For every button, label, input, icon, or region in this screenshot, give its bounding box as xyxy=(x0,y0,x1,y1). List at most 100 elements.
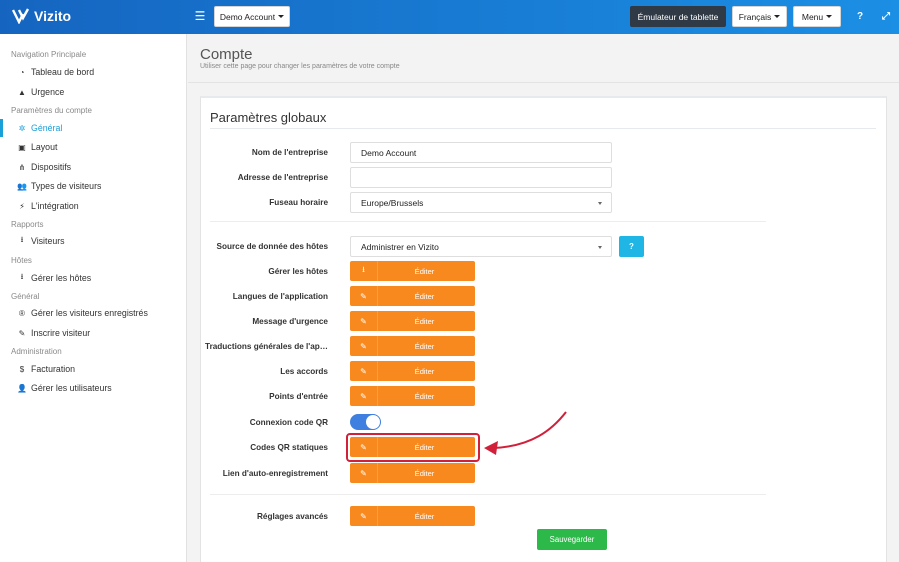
settings-panel xyxy=(200,96,887,562)
plug-icon: ⚡ xyxy=(19,201,25,211)
dollar-icon: $ xyxy=(19,364,25,374)
sidebar-item-label: Types de visiteurs xyxy=(31,181,102,191)
help-label: ? xyxy=(629,242,634,251)
sidebar-item-label: Dispositifs xyxy=(31,162,72,172)
qr-login-toggle[interactable] xyxy=(350,414,381,430)
company-name-field[interactable]: Demo Account xyxy=(350,142,612,163)
edit-button-label: Éditer xyxy=(414,316,435,326)
question-icon[interactable]: ? xyxy=(854,11,866,23)
caret-down-icon xyxy=(774,15,781,18)
language-label: Français xyxy=(738,11,772,22)
sidebar-item-label: Layout xyxy=(31,142,58,152)
sidebar-section-title: Hôtes xyxy=(11,256,32,265)
host-source-select[interactable]: Administrer en Vizito xyxy=(350,236,612,257)
self-registration-edit-button[interactable]: ✎ Éditer xyxy=(350,463,475,483)
users-icon: 👥 xyxy=(17,181,27,191)
sidebar-item-label: Visiteurs xyxy=(31,236,65,246)
download-icon: ⭳ xyxy=(350,261,378,281)
sidebar-item-label: Gérer les utilisateurs xyxy=(31,383,112,393)
sidebar-item-integration[interactable]: ⚡ L'intégration xyxy=(0,197,186,215)
account-dropdown-label: Demo Account xyxy=(219,11,276,22)
user-plus-icon: 👤 xyxy=(17,383,27,393)
edit-row-label: Message d'urgence xyxy=(252,317,328,326)
vizito-logo-icon xyxy=(12,8,30,24)
sidebar-item-label: Général xyxy=(31,123,63,133)
download-icon: ⭳ xyxy=(20,235,24,244)
edit-button-label: Éditer xyxy=(414,391,435,401)
save-button[interactable]: Sauvegarder xyxy=(537,529,607,550)
top-bar: Vizito ☰ Demo Account Émulateur de table… xyxy=(0,0,899,34)
edit-icon: ✎ xyxy=(350,336,378,356)
sidebar-item-manage-users[interactable]: 👤 Gérer les utilisateurs xyxy=(0,379,186,397)
sidebar-item-label: L'intégration xyxy=(31,201,79,211)
menu-label: Menu xyxy=(801,11,824,22)
manage-hosts-edit-button[interactable]: ⭳ Éditer xyxy=(350,261,475,281)
sidebar-item-register-visitor[interactable]: ✎ Inscrire visiteur xyxy=(0,324,186,342)
tablet-emulator-button[interactable]: Émulateur de tablette xyxy=(630,6,726,27)
sidebar-section-title: Rapports xyxy=(11,220,44,229)
hamburger-menu-icon[interactable]: ☰ xyxy=(193,9,207,23)
caret-down-icon xyxy=(278,15,285,18)
tablet-emulator-label: Émulateur de tablette xyxy=(637,11,719,22)
static-qr-label: Codes QR statiques xyxy=(250,443,328,452)
sidebar-item-general[interactable]: ✲ Général xyxy=(0,119,186,137)
sidebar-item-label: Gérer les visiteurs enregistrés xyxy=(31,308,148,318)
self-registration-label: Lien d'auto-enregistrement xyxy=(222,469,328,478)
account-dropdown[interactable]: Demo Account xyxy=(214,6,290,27)
language-dropdown[interactable]: Français xyxy=(732,6,787,27)
timezone-select[interactable]: Europe/Brussels xyxy=(350,192,612,213)
timezone-label: Fuseau horaire xyxy=(269,198,328,207)
sidebar-section-title: Général xyxy=(11,292,40,301)
gear-icon: ✲ xyxy=(18,123,26,133)
sidebar-item-layout[interactable]: ▣ Layout xyxy=(0,138,186,156)
host-source-help-button[interactable]: ? xyxy=(619,236,644,257)
header-divider xyxy=(188,82,899,83)
emergency-message-edit-button[interactable]: ✎ Éditer xyxy=(350,311,475,331)
general-translations-edit-button[interactable]: ✎ Éditer xyxy=(350,336,475,356)
download-icon: ⭳ xyxy=(20,272,24,281)
edit-button-label: Éditer xyxy=(414,341,435,351)
edit-icon: ✎ xyxy=(350,506,378,526)
section-separator xyxy=(210,221,766,222)
sidebar-item-label: Inscrire visiteur xyxy=(31,328,91,338)
host-source-label: Source de donnée des hôtes xyxy=(216,242,328,251)
registered-icon: ® xyxy=(19,308,25,318)
company-name-label: Nom de l'entreprise xyxy=(251,148,328,157)
sidebar-item-label: Gérer les hôtes xyxy=(31,273,92,283)
sidebar-item-visitor-types[interactable]: 👥 Types de visiteurs xyxy=(0,177,186,195)
page-subtitle: Utiliser cette page pour changer les par… xyxy=(200,63,400,70)
sidebar-item-label: Facturation xyxy=(31,364,76,374)
sidebar-item-dashboard[interactable]: ◔ Tableau de bord xyxy=(0,63,186,81)
edit-row-label: Traductions générales de l'ap… xyxy=(205,342,328,351)
edit-button-label: Éditer xyxy=(414,468,435,478)
entry-points-edit-button[interactable]: ✎ Éditer xyxy=(350,386,475,406)
pointer-arrow-icon xyxy=(484,411,567,455)
edit-icon: ✎ xyxy=(350,463,378,483)
sidebar-item-billing[interactable]: $ Facturation xyxy=(0,360,186,378)
menu-dropdown[interactable]: Menu xyxy=(793,6,841,27)
sidebar-section-title: Administration xyxy=(11,347,62,356)
sidebar-item-emergency[interactable]: ▲ Urgence xyxy=(0,83,186,101)
company-address-field[interactable] xyxy=(350,167,612,188)
edit-row-label: Langues de l'application xyxy=(232,292,328,301)
qr-login-label: Connexion code QR xyxy=(249,418,328,427)
sitemap-icon: ⋔ xyxy=(18,162,26,172)
sidebar-item-manage-hosts[interactable]: ⭳ Gérer les hôtes xyxy=(0,269,186,287)
expand-icon[interactable]: ⤢ xyxy=(880,11,892,23)
toggle-knob xyxy=(366,415,380,429)
panel-divider xyxy=(210,128,876,129)
save-button-label: Sauvegarder xyxy=(549,535,595,544)
edit-button-label: Éditer xyxy=(414,291,435,301)
section-separator xyxy=(210,494,766,495)
brand-logo[interactable]: Vizito xyxy=(12,8,71,24)
advanced-settings-edit-button[interactable]: ✎ Éditer xyxy=(350,506,475,526)
sidebar-item-devices[interactable]: ⋔ Dispositifs xyxy=(0,158,186,176)
app-languages-edit-button[interactable]: ✎ Éditer xyxy=(350,286,475,306)
edit-icon: ✎ xyxy=(350,286,378,306)
sidebar-item-visitors[interactable]: ⭳ Visiteurs xyxy=(0,232,186,250)
page-title: Compte xyxy=(200,46,253,63)
warning-icon: ▲ xyxy=(18,87,26,97)
timezone-value: Europe/Brussels xyxy=(361,197,424,208)
sidebar-item-registered-visitors[interactable]: ® Gérer les visiteurs enregistrés xyxy=(0,304,186,322)
agreements-edit-button[interactable]: ✎ Éditer xyxy=(350,361,475,381)
